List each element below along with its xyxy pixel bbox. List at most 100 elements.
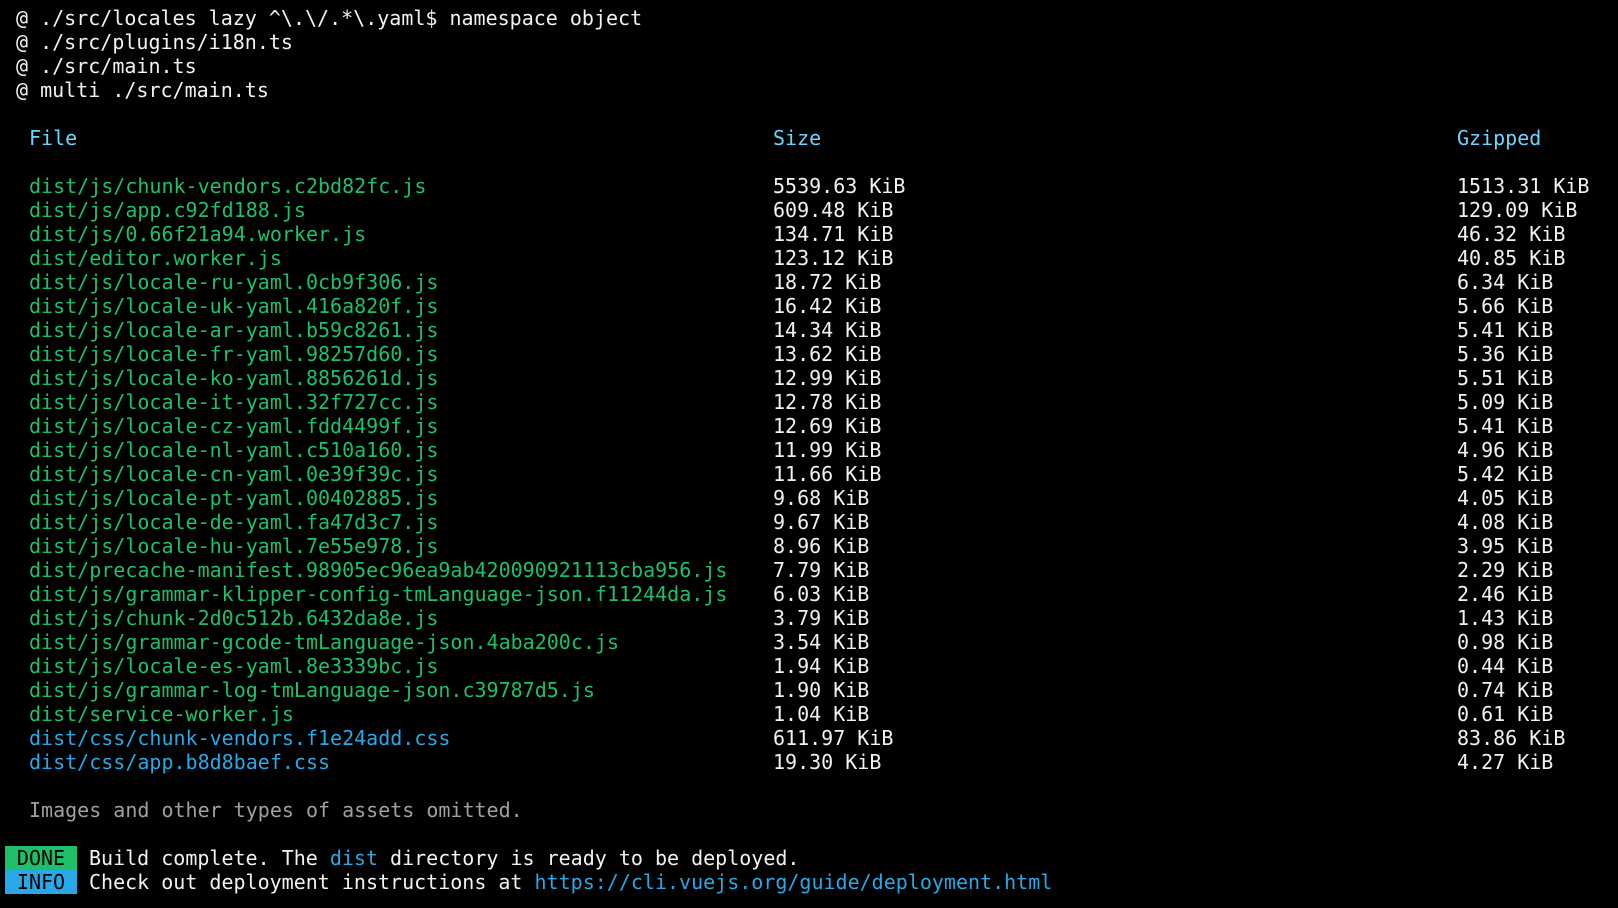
- done-message-dist: dist: [329, 846, 378, 870]
- asset-file-name: dist/css/chunk-vendors.f1e24add.css: [29, 726, 451, 750]
- asset-gzipped-size: 5.41 KiB: [1457, 414, 1554, 438]
- asset-size: 12.69 KiB: [773, 414, 882, 438]
- log-line: @ multi ./src/main.ts: [16, 78, 269, 102]
- done-message-before: Build complete. The: [89, 846, 330, 870]
- table-row: dist/css/chunk-vendors.f1e24add.css 611.9…: [0, 726, 1618, 750]
- asset-file-name: dist/js/locale-hu-yaml.7e55e978.js: [29, 534, 439, 558]
- table-row: dist/js/chunk-vendors.c2bd82fc.js 5539.63…: [0, 174, 1618, 198]
- asset-gzipped-size: 2.46 KiB: [1457, 582, 1554, 606]
- asset-file-name: dist/js/locale-fr-yaml.98257d60.js: [29, 342, 439, 366]
- asset-gzipped-size: 2.29 KiB: [1457, 558, 1554, 582]
- asset-gzipped-size: 5.09 KiB: [1457, 390, 1554, 414]
- asset-file-name: dist/js/chunk-2d0c512b.6432da8e.js: [29, 606, 439, 630]
- table-row: dist/editor.worker.js 123.12 KiB 40.85 KiB: [0, 246, 1618, 270]
- table-row: dist/js/locale-ar-yaml.b59c8261.js 14.34 …: [0, 318, 1618, 342]
- table-row: dist/js/locale-cz-yaml.fdd4499f.js 12.69 …: [0, 414, 1618, 438]
- asset-gzipped-size: 5.41 KiB: [1457, 318, 1554, 342]
- asset-gzipped-size: 0.98 KiB: [1457, 630, 1554, 654]
- table-row: dist/js/locale-pt-yaml.00402885.js 9.68 K…: [0, 486, 1618, 510]
- asset-size: 8.96 KiB: [773, 534, 870, 558]
- asset-file-name: dist/js/locale-cn-yaml.0e39f39c.js: [29, 462, 439, 486]
- asset-size: 19.30 KiB: [773, 750, 882, 774]
- asset-size: 5539.63 KiB: [773, 174, 906, 198]
- info-badge: INFO: [5, 870, 77, 894]
- deployment-guide-link[interactable]: https://cli.vuejs.org/guide/deployment.h…: [535, 870, 1053, 894]
- asset-file-name: dist/css/app.b8d8baef.css: [29, 750, 331, 774]
- done-badge: DONE: [5, 846, 77, 870]
- asset-size: 18.72 KiB: [773, 270, 882, 294]
- table-row: dist/js/locale-es-yaml.8e3339bc.js 1.94 K…: [0, 654, 1618, 678]
- table-row: dist/js/locale-de-yaml.fa47d3c7.js 9.67 K…: [0, 510, 1618, 534]
- asset-file-name: dist/js/locale-it-yaml.32f727cc.js: [29, 390, 439, 414]
- table-row: dist/js/locale-fr-yaml.98257d60.js 13.62 …: [0, 342, 1618, 366]
- asset-size: 1.90 KiB: [773, 678, 870, 702]
- column-header-size: Size: [773, 126, 822, 150]
- table-row: dist/css/app.b8d8baef.css 19.30 KiB 4.27 K…: [0, 750, 1618, 774]
- asset-gzipped-size: 4.96 KiB: [1457, 438, 1554, 462]
- asset-file-name: dist/js/chunk-vendors.c2bd82fc.js: [29, 174, 427, 198]
- asset-gzipped-size: 5.42 KiB: [1457, 462, 1554, 486]
- asset-file-name: dist/js/locale-nl-yaml.c510a160.js: [29, 438, 439, 462]
- table-row: dist/js/chunk-2d0c512b.6432da8e.js 3.79 K…: [0, 606, 1618, 630]
- asset-file-name: dist/js/locale-ru-yaml.0cb9f306.js: [29, 270, 439, 294]
- asset-size: 11.66 KiB: [773, 462, 882, 486]
- log-line: @ ./src/main.ts: [16, 54, 197, 78]
- asset-gzipped-size: 83.86 KiB: [1457, 726, 1566, 750]
- done-message-after: directory is ready to be deployed.: [378, 846, 800, 870]
- asset-size: 609.48 KiB: [773, 198, 894, 222]
- asset-gzipped-size: 4.05 KiB: [1457, 486, 1554, 510]
- table-row: dist/js/0.66f21a94.worker.js 134.71 KiB 46…: [0, 222, 1618, 246]
- asset-file-name: dist/js/locale-pt-yaml.00402885.js: [29, 486, 439, 510]
- asset-gzipped-size: 0.74 KiB: [1457, 678, 1554, 702]
- table-row: dist/js/locale-hu-yaml.7e55e978.js 8.96 K…: [0, 534, 1618, 558]
- log-line: @ ./src/plugins/i18n.ts: [16, 30, 293, 54]
- asset-gzipped-size: 0.61 KiB: [1457, 702, 1554, 726]
- asset-file-name: dist/js/locale-de-yaml.fa47d3c7.js: [29, 510, 439, 534]
- asset-gzipped-size: 40.85 KiB: [1457, 246, 1566, 270]
- asset-size: 16.42 KiB: [773, 294, 882, 318]
- asset-gzipped-size: 5.36 KiB: [1457, 342, 1554, 366]
- info-status-line: INFO Check out deployment instructions a…: [0, 870, 1618, 894]
- table-row: dist/service-worker.js 1.04 KiB 0.61 KiB: [0, 702, 1618, 726]
- asset-file-name: dist/precache-manifest.98905ec96ea9ab420…: [29, 558, 728, 582]
- asset-gzipped-size: 1513.31 KiB: [1457, 174, 1590, 198]
- asset-file-name: dist/js/grammar-log-tmLanguage-json.c397…: [29, 678, 595, 702]
- done-status-line: DONE Build complete. The dist directory …: [0, 846, 1618, 870]
- asset-size: 11.99 KiB: [773, 438, 882, 462]
- asset-gzipped-size: 4.27 KiB: [1457, 750, 1554, 774]
- column-header-file: File: [29, 126, 78, 150]
- table-row: dist/js/grammar-gcode-tmLanguage-json.4a…: [0, 630, 1618, 654]
- asset-gzipped-size: 129.09 KiB: [1457, 198, 1578, 222]
- asset-size: 134.71 KiB: [773, 222, 894, 246]
- asset-size: 6.03 KiB: [773, 582, 870, 606]
- asset-file-name: dist/js/locale-ko-yaml.8856261d.js: [29, 366, 439, 390]
- asset-size: 12.78 KiB: [773, 390, 882, 414]
- asset-size: 12.99 KiB: [773, 366, 882, 390]
- asset-size: 9.68 KiB: [773, 486, 870, 510]
- info-message: Check out deployment instructions at: [89, 870, 535, 894]
- asset-gzipped-size: 5.66 KiB: [1457, 294, 1554, 318]
- asset-file-name: dist/js/locale-ar-yaml.b59c8261.js: [29, 318, 439, 342]
- terminal-window: @ ./src/locales lazy ^\.\/.*\.yaml$ name…: [0, 0, 1618, 908]
- table-row: dist/js/grammar-klipper-config-tmLanguag…: [0, 582, 1618, 606]
- table-row: dist/js/locale-ko-yaml.8856261d.js 12.99 …: [0, 366, 1618, 390]
- asset-file-name: dist/js/grammar-gcode-tmLanguage-json.4a…: [29, 630, 620, 654]
- table-header-row: File Size Gzipped: [0, 126, 1618, 150]
- table-row: dist/js/locale-it-yaml.32f727cc.js 12.78 …: [0, 390, 1618, 414]
- assets-omitted-note: Images and other types of assets omitted…: [29, 798, 523, 822]
- table-row: dist/precache-manifest.98905ec96ea9ab420…: [0, 558, 1618, 582]
- table-row: dist/js/locale-uk-yaml.416a820f.js 16.42 …: [0, 294, 1618, 318]
- table-row: dist/js/locale-cn-yaml.0e39f39c.js 11.66 …: [0, 462, 1618, 486]
- column-header-gzipped: Gzipped: [1457, 126, 1542, 150]
- asset-file-name: dist/js/app.c92fd188.js: [29, 198, 306, 222]
- asset-file-name: dist/js/0.66f21a94.worker.js: [29, 222, 367, 246]
- table-row: dist/js/locale-ru-yaml.0cb9f306.js 18.72 …: [0, 270, 1618, 294]
- asset-size: 13.62 KiB: [773, 342, 882, 366]
- asset-size: 14.34 KiB: [773, 318, 882, 342]
- asset-table-body: dist/js/chunk-vendors.c2bd82fc.js 5539.63…: [0, 174, 1618, 774]
- asset-gzipped-size: 4.08 KiB: [1457, 510, 1554, 534]
